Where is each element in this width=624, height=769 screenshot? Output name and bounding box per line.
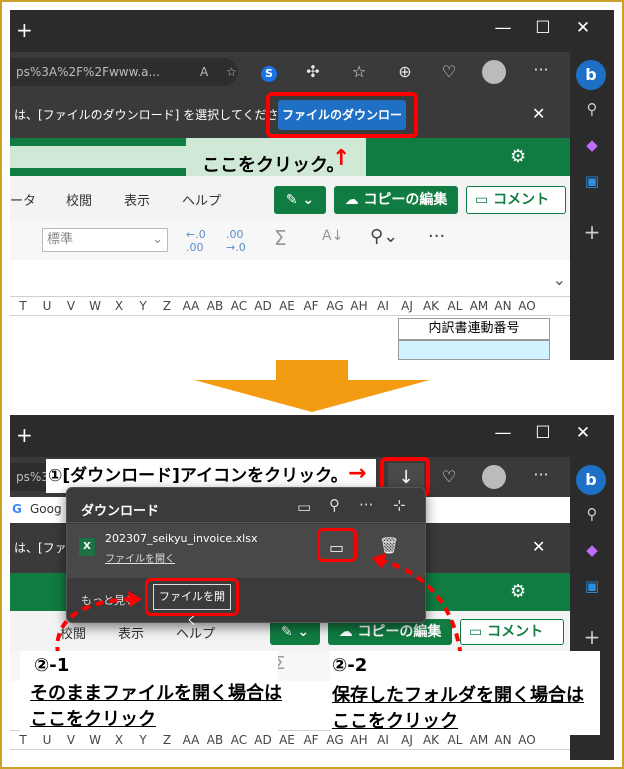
highlight-box <box>266 92 418 138</box>
step2-1-box: ②-1 そのままファイルを開く場合は ここをクリック <box>20 651 282 731</box>
edge-sidebar: b ⚲ ◆ ▣ + <box>570 52 614 360</box>
settings-gear-icon[interactable]: ⚙ <box>510 146 526 167</box>
copilot-icon[interactable]: ◆ <box>580 136 604 154</box>
column-header-t[interactable]: T <box>12 299 34 313</box>
cloud-icon: ☁ <box>344 192 359 208</box>
more-menu-icon[interactable]: ··· <box>530 60 552 79</box>
sort-filter-icon[interactable]: A↓ <box>322 228 343 244</box>
column-header-aj[interactable]: AJ <box>396 299 418 313</box>
new-tab-button[interactable]: + <box>16 18 33 42</box>
grid-area: 内訳書連動番号 <box>10 316 570 360</box>
column-header-ai[interactable]: AI <box>372 299 394 313</box>
step2-2-number: ②-2 <box>332 655 368 676</box>
minimize-button[interactable]: — <box>490 18 516 38</box>
tab-help[interactable]: ヘルプ <box>182 190 221 209</box>
column-header-y[interactable]: Y <box>132 299 154 313</box>
read-aloud-icon[interactable]: A <box>200 65 208 79</box>
url-text: ps%3A%2F%2Fwww.a... <box>16 65 160 79</box>
expand-formula-icon[interactable]: ⌄ <box>553 270 566 289</box>
column-header-ab[interactable]: AB <box>204 299 226 313</box>
transition-down-arrow <box>194 360 430 412</box>
comment-label: コメント <box>493 192 550 208</box>
chevron-down-icon: ⌄ <box>152 232 163 247</box>
autosum-icon[interactable]: Σ <box>274 226 287 250</box>
favorites-icon[interactable]: ☆ <box>348 62 370 81</box>
highlighted-cell[interactable] <box>398 340 550 360</box>
editing-mode-button[interactable]: ✎ ⌄ <box>274 186 326 214</box>
address-bar: ps%3A%2F%2Fwww.a... A ☆ S ✣ ☆ ⊕ ♡ ··· <box>10 52 614 92</box>
copy-edit-button[interactable]: ☁ コピーの編集 <box>334 186 458 214</box>
up-arrow: ↑ <box>332 146 351 171</box>
add-sidebar-icon[interactable]: + <box>580 220 604 244</box>
click-here-label: ここをクリック。 <box>202 155 345 176</box>
step2-2-box: ②-2 保存したフォルダを開く場合は ここをクリック <box>330 651 600 735</box>
column-header-am[interactable]: AM <box>468 299 490 313</box>
maximize-button[interactable]: ☐ <box>530 18 556 38</box>
column-header-ad[interactable]: AD <box>252 299 274 313</box>
column-header-u[interactable]: U <box>36 299 58 313</box>
column-header-ac[interactable]: AC <box>228 299 250 313</box>
comment-button[interactable]: ▭ コメント <box>466 186 566 214</box>
step2-2-line1: 保存したフォルダを開く場合は <box>332 685 584 706</box>
search-icon[interactable]: ⚲ <box>580 100 604 118</box>
increase-decimal-icon[interactable]: .00 →.0 <box>226 228 246 254</box>
column-header-x[interactable]: X <box>108 299 130 313</box>
toolbar-row: 標準 ⌄ ←.0.00 .00 →.0 Σ A↓ ⚲⌄ ··· <box>10 220 570 260</box>
tab-view[interactable]: 表示 <box>124 190 150 209</box>
title-area <box>10 146 186 168</box>
info-close-button[interactable]: ✕ <box>532 104 545 123</box>
find-search-icon[interactable]: ⚲⌄ <box>370 226 398 247</box>
collections-icon[interactable]: ⊕ <box>394 62 416 81</box>
step2-1-number: ②-1 <box>34 655 70 676</box>
extensions-puzzle-icon[interactable]: ✣ <box>302 62 324 81</box>
extension-s-icon[interactable]: S <box>261 66 277 82</box>
screenshot-bottom: + — ☐ ✕ ps%3A%2F ①[ダウンロード]アイコンをクリック。 → ↓… <box>10 415 614 760</box>
number-format-select[interactable]: 標準 ⌄ <box>42 228 168 252</box>
column-header-af[interactable]: AF <box>300 299 322 313</box>
screenshot-top: + — ☐ ✕ ps%3A%2F%2Fwww.a... A ☆ S ✣ ☆ ⊕ ♡ … <box>10 10 614 360</box>
tab-review[interactable]: 校閲 <box>66 190 92 209</box>
column-header-ao[interactable]: AO <box>516 299 538 313</box>
column-header-ak[interactable]: AK <box>420 299 442 313</box>
step2-2-line2: ここをクリック <box>332 711 458 732</box>
formula-bar: ⌄ <box>10 260 570 296</box>
column-header-z[interactable]: Z <box>156 299 178 313</box>
tab-bar: + — ☐ ✕ <box>10 10 614 52</box>
favorite-star-icon[interactable]: ☆ <box>226 65 237 79</box>
copy-edit-label: コピーの編集 <box>363 192 448 208</box>
info-bar: は、[ファイルのダウンロード] を選択してください。 ファイルのダウンロード ✕ <box>10 92 570 152</box>
column-header-al[interactable]: AL <box>444 299 466 313</box>
step2-1-line1: そのままファイルを開く場合は <box>30 683 282 704</box>
health-heart-icon[interactable]: ♡ <box>438 62 460 81</box>
ribbon-tabs: ータ 校閲 表示 ヘルプ ✎ ⌄ ☁ コピーの編集 ▭ コメント <box>10 176 570 220</box>
profile-avatar[interactable] <box>482 60 506 84</box>
outlook-icon[interactable]: ▣ <box>580 172 604 190</box>
info-text: は、[ファイルのダウンロード] を選択してください。 <box>14 108 303 122</box>
column-header-ae[interactable]: AE <box>276 299 298 313</box>
column-header-w[interactable]: W <box>84 299 106 313</box>
comment-icon: ▭ <box>475 192 489 208</box>
column-header-ah[interactable]: AH <box>348 299 370 313</box>
header-cell[interactable]: 内訳書連動番号 <box>398 318 550 340</box>
decrease-decimal-icon[interactable]: ←.0.00 <box>186 228 206 254</box>
number-format-value: 標準 <box>47 232 74 247</box>
column-headers: T U V W X Y Z AA AB AC AD AE AF AG AH AI AJ AK AL AM AN AO <box>10 296 570 316</box>
column-header-an[interactable]: AN <box>492 299 514 313</box>
column-header-v[interactable]: V <box>60 299 82 313</box>
url-field[interactable]: ps%3A%2F%2Fwww.a... A ☆ <box>10 58 238 86</box>
column-header-aa[interactable]: AA <box>180 299 202 313</box>
close-button[interactable]: ✕ <box>570 18 596 38</box>
more-options-icon[interactable]: ··· <box>428 226 445 247</box>
column-header-ag[interactable]: AG <box>324 299 346 313</box>
tab-data[interactable]: ータ <box>10 190 36 209</box>
bing-copilot-icon[interactable]: b <box>576 60 606 90</box>
step2-1-line2: ここをクリック <box>30 709 156 730</box>
